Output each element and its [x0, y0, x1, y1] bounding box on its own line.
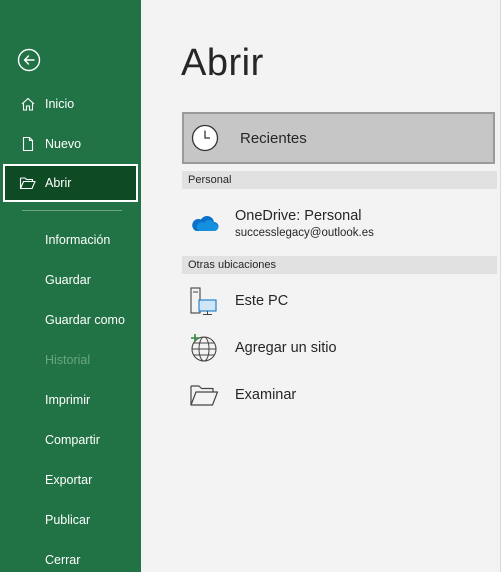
page-title: Abrir — [181, 42, 264, 84]
nav-item-label: Nuevo — [45, 137, 82, 151]
this-pc-icon — [187, 284, 221, 318]
nav-item-compartir[interactable]: Compartir — [45, 430, 100, 450]
nav-item-cerrar[interactable]: Cerrar — [45, 550, 80, 570]
place-examinar[interactable]: Examinar — [182, 377, 495, 413]
backstage-sidebar: Inicio Nuevo Abrir Información Guardar G… — [0, 0, 141, 572]
nav-item-guardar-como[interactable]: Guardar como — [45, 310, 125, 330]
place-title: Agregar un sitio — [235, 340, 337, 356]
place-este-pc[interactable]: Este PC — [182, 283, 495, 319]
nav-item-exportar[interactable]: Exportar — [45, 470, 92, 490]
place-texts: Este PC — [235, 293, 288, 309]
back-arrow-icon — [17, 48, 41, 72]
place-title: Examinar — [235, 387, 297, 403]
home-icon — [19, 95, 37, 113]
back-button[interactable] — [17, 48, 41, 72]
onedrive-cloud-icon — [187, 206, 221, 240]
place-agregar-sitio[interactable]: Agregar un sitio — [182, 330, 495, 366]
open-panel: Abrir Recientes Personal OneDrive: Perso… — [141, 0, 501, 572]
nav-item-label: Abrir — [45, 176, 72, 190]
nav-item-informacion[interactable]: Información — [45, 230, 110, 250]
recent-label: Recientes — [240, 129, 307, 147]
recent-button[interactable]: Recientes — [182, 112, 495, 164]
nav-item-abrir[interactable]: Abrir — [3, 164, 138, 202]
nav-item-historial: Historial — [45, 353, 91, 367]
nav-item-nuevo[interactable]: Nuevo — [3, 126, 138, 162]
nav-item-label: Inicio — [45, 97, 75, 111]
nav-item-inicio[interactable]: Inicio — [3, 86, 138, 122]
new-document-icon — [19, 135, 37, 153]
nav-item-publicar[interactable]: Publicar — [45, 510, 90, 530]
sidebar-divider — [22, 210, 122, 211]
place-title: OneDrive: Personal — [235, 207, 362, 224]
nav-item-imprimir[interactable]: Imprimir — [45, 390, 90, 410]
section-header-personal: Personal — [182, 171, 497, 189]
place-texts: Examinar — [235, 387, 296, 403]
place-title: Este PC — [235, 293, 289, 309]
place-texts: Agregar un sitio — [235, 340, 337, 356]
add-place-globe-icon — [187, 331, 221, 365]
clock-icon — [190, 123, 220, 153]
open-folder-icon — [19, 174, 37, 192]
browse-folder-icon — [187, 378, 221, 412]
place-texts: OneDrive: Personal successlegacy@outlook… — [235, 208, 374, 239]
place-subtitle: successlegacy@outlook.es — [235, 226, 374, 239]
place-onedrive[interactable]: OneDrive: Personal successlegacy@outlook… — [182, 203, 495, 243]
section-header-otras-ubicaciones: Otras ubicaciones — [182, 256, 497, 274]
nav-item-guardar[interactable]: Guardar — [45, 270, 91, 290]
